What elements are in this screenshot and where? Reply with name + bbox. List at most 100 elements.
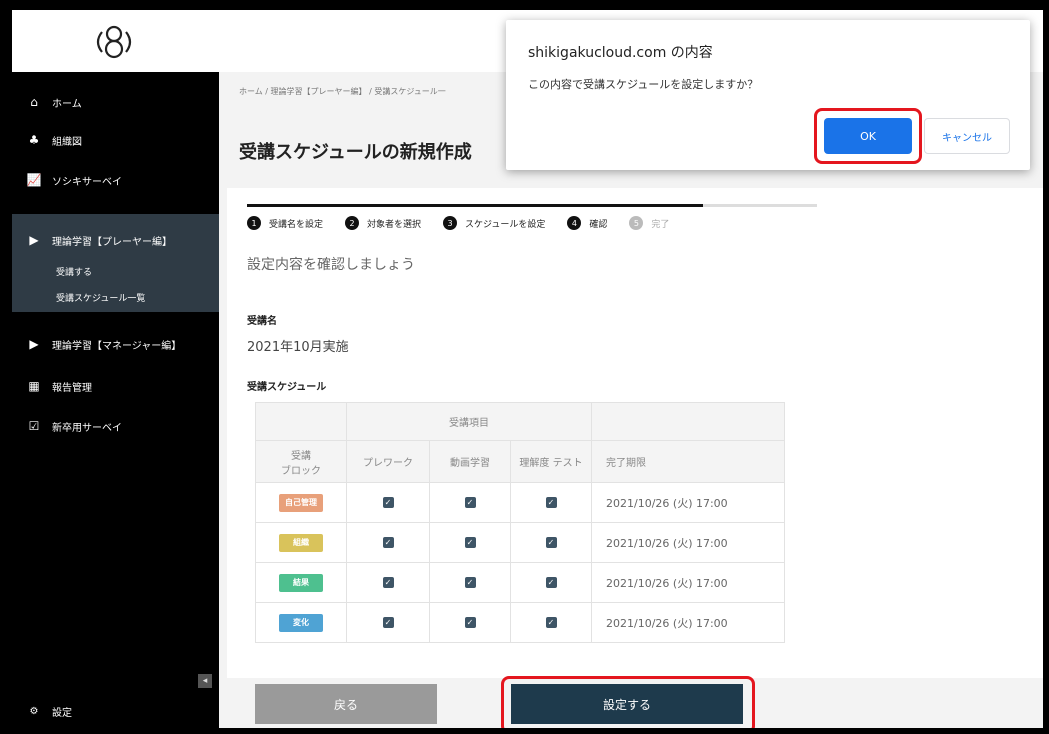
collapse-sidebar-button[interactable]: ◂ — [198, 674, 212, 688]
table-cell-due: 2021/10/26 (火) 17:00 — [591, 482, 785, 523]
main-content: ホーム / 理論学習【プレーヤー編】 / 受講スケジュール一 受講スケジュールの… — [219, 72, 1043, 728]
checkbox-checked-icon: ✓ — [382, 577, 394, 588]
step-5: 5 完了 — [629, 216, 669, 230]
table-cell-block: 組織 — [255, 522, 347, 563]
confirm-card: 1 受講名を設定 2 対象者を選択 3 スケジュールを設定 4 確認 5 完了 設定内容を確認しま… — [227, 188, 1043, 678]
dialog-message: この内容で受講スケジュールを設定しますか？ — [528, 78, 759, 91]
back-button[interactable]: 戻る — [255, 684, 437, 724]
table-cell-test: ✓ — [510, 562, 592, 603]
table-cell-due: 2021/10/26 (火) 17:00 — [591, 602, 785, 643]
table-header-group: 受講項目 — [346, 402, 592, 441]
step-label: 確認 — [589, 219, 608, 230]
table-cell-video: ✓ — [429, 482, 511, 523]
table-cell-block: 結果 — [255, 562, 347, 603]
gear-icon: ⚙ — [29, 705, 39, 717]
course-name-value: 2021年10月実施 — [247, 340, 349, 355]
confirm-message: 設定内容を確認しましょう — [247, 257, 415, 273]
table-row: 組織 ✓ ✓ ✓ 2021/10/26 (火) 17:00 — [255, 522, 785, 563]
table-row: 自己管理 ✓ ✓ ✓ 2021/10/26 (火) 17:00 — [255, 482, 785, 523]
table-cell-block: 自己管理 — [255, 482, 347, 523]
sidebar-item-label: 理論学習【マネージャー編】 — [52, 340, 182, 352]
block-badge: 組織 — [279, 533, 323, 552]
app-window: ⌂ ホーム ♣ 組織図 📈 ソシキサーベイ ▶ 理論学習【プレーヤー編】 ▶ 理論学習【マネージャ… — [12, 10, 1043, 728]
table-cell-test: ✓ — [510, 602, 592, 643]
logo-area — [12, 10, 219, 72]
sidebar-item-label: ソシキサーベイ — [52, 176, 122, 188]
table-cell-due: 2021/10/26 (火) 17:00 — [591, 562, 785, 603]
step-number: 4 — [567, 216, 582, 230]
grid-icon: ▦ — [28, 379, 40, 393]
step-label: 対象者を選択 — [367, 219, 422, 230]
step-label: 受講名を設定 — [269, 219, 324, 230]
step-1: 1 受講名を設定 — [247, 216, 323, 230]
sidebar-item-label: ホーム — [52, 98, 82, 110]
sidebar-subitem-0[interactable]: 受講する — [12, 258, 219, 284]
checkbox-checked-icon: ✓ — [464, 617, 476, 628]
breadcrumb[interactable]: ホーム / 理論学習【プレーヤー編】 / 受講スケジュール一 — [239, 86, 446, 97]
step-3: 3 スケジュールを設定 — [443, 216, 545, 230]
step-2: 2 対象者を選択 — [345, 216, 421, 230]
home-icon: ⌂ — [30, 95, 38, 109]
checkbox-checked-icon: ✓ — [382, 617, 394, 628]
table-row: 結果 ✓ ✓ ✓ 2021/10/26 (火) 17:00 — [255, 562, 785, 603]
play-icon: ▶ — [29, 337, 39, 351]
sidebar-subitem-1[interactable]: 受講スケジュール一覧 — [12, 284, 219, 310]
table-cell-prework: ✓ — [346, 602, 430, 643]
table-header-due: 完了期限 — [591, 440, 785, 483]
step-label: スケジュールを設定 — [465, 219, 546, 230]
play-icon: ▶ — [29, 233, 39, 247]
ok-button-highlight — [814, 108, 922, 164]
sidebar-item-0[interactable]: ⌂ ホーム — [12, 84, 219, 120]
step-number: 5 — [629, 216, 644, 230]
logo-icon — [96, 25, 132, 59]
checkbox-checked-icon: ✓ — [545, 537, 557, 548]
checkbox-checked-icon: ✓ — [464, 577, 476, 588]
table-cell-prework: ✓ — [346, 562, 430, 603]
page-title: 受講スケジュールの新規作成 — [239, 142, 472, 163]
block-badge: 変化 — [279, 613, 323, 632]
checkbox-checked-icon: ✓ — [464, 537, 476, 548]
survey-icon: ☑ — [28, 419, 40, 433]
sidebar-item-6[interactable]: ☑ 新卒用サーベイ — [12, 408, 219, 444]
progress-track — [247, 204, 817, 207]
progress-fill — [247, 204, 703, 207]
table-row: 変化 ✓ ✓ ✓ 2021/10/26 (火) 17:00 — [255, 602, 785, 643]
step-label: 完了 — [651, 219, 670, 230]
checkbox-checked-icon: ✓ — [545, 617, 557, 628]
course-name-label: 受講名 — [247, 316, 277, 327]
schedule-table: 受講項目 受講 ブロック プレワーク 動画学習 理解度 テスト 完了期限 自己管… — [255, 402, 785, 643]
table-header-blank — [255, 402, 347, 441]
checkbox-checked-icon: ✓ — [464, 497, 476, 508]
dialog-title: shikigakucloud.com の内容 — [528, 45, 713, 61]
block-badge: 結果 — [279, 573, 323, 592]
chart-icon: 📈 — [26, 173, 42, 187]
table-cell-due: 2021/10/26 (火) 17:00 — [591, 522, 785, 563]
table-header-prework: プレワーク — [346, 440, 430, 483]
sidebar-item-2[interactable]: 📈 ソシキサーベイ — [12, 162, 219, 198]
table-cell-video: ✓ — [429, 522, 511, 563]
sidebar-item-4[interactable]: ▶ 理論学習【マネージャー編】 — [12, 326, 219, 362]
sidebar-item-3[interactable]: ▶ 理論学習【プレーヤー編】 — [12, 222, 219, 258]
confirm-dialog: shikigakucloud.com の内容 この内容で受講スケジュールを設定し… — [506, 20, 1030, 170]
sidebar-item-label: 新卒用サーベイ — [52, 422, 122, 434]
table-cell-test: ✓ — [510, 522, 592, 563]
table-cell-block: 変化 — [255, 602, 347, 643]
sidebar-item-label: 報告管理 — [52, 382, 92, 394]
cancel-button[interactable]: キャンセル — [924, 118, 1010, 154]
table-cell-video: ✓ — [429, 602, 511, 643]
set-button-highlight — [501, 676, 755, 728]
step-number: 1 — [247, 216, 261, 230]
sidebar-item-5[interactable]: ▦ 報告管理 — [12, 368, 219, 404]
table-cell-video: ✓ — [429, 562, 511, 603]
step-number: 3 — [443, 216, 458, 230]
table-cell-prework: ✓ — [346, 482, 430, 523]
sidebar-item-settings[interactable]: ⚙ 設定 — [12, 694, 219, 728]
table-cell-prework: ✓ — [346, 522, 430, 563]
table-header-block: 受講 ブロック — [255, 440, 347, 483]
checkbox-checked-icon: ✓ — [545, 577, 557, 588]
block-badge: 自己管理 — [279, 493, 323, 512]
sidebar-item-1[interactable]: ♣ 組織図 — [12, 122, 219, 158]
table-cell-test: ✓ — [510, 482, 592, 523]
sidebar-item-label: 設定 — [52, 707, 72, 719]
checkbox-checked-icon: ✓ — [382, 537, 394, 548]
